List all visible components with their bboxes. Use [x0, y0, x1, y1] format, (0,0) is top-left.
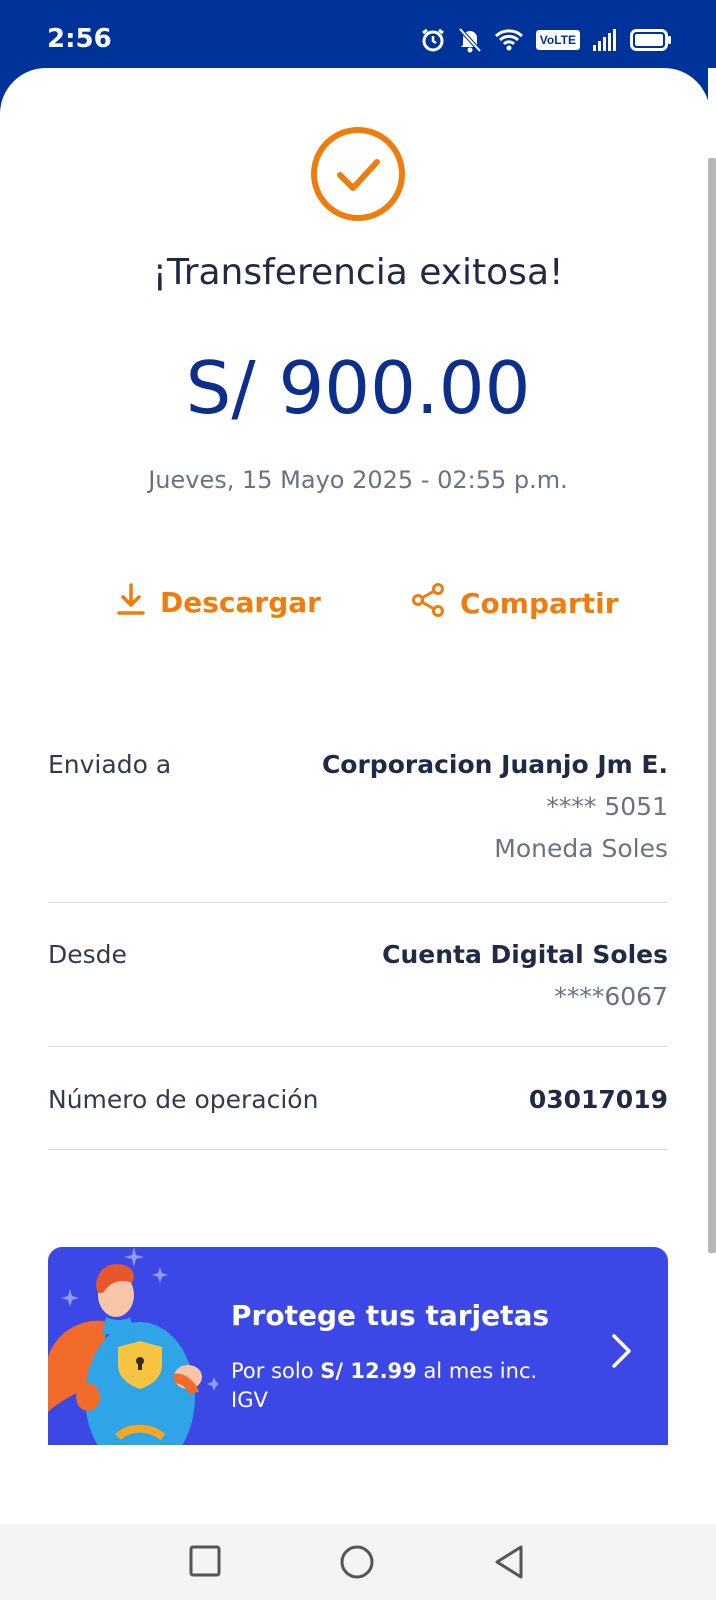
download-icon	[116, 582, 146, 623]
sent-to-label: Enviado a	[48, 750, 172, 779]
divider	[48, 1046, 668, 1047]
download-button[interactable]: Descargar	[116, 582, 321, 623]
recipient-currency: Moneda Soles	[494, 834, 668, 863]
recipient-account: **** 5051	[546, 792, 668, 821]
wifi-icon	[494, 28, 524, 52]
share-button[interactable]: Compartir	[410, 582, 619, 625]
back-button[interactable]	[492, 1544, 526, 1584]
download-label: Descargar	[160, 586, 321, 619]
volte-icon: VoLTE	[535, 30, 580, 50]
status-bar: 2:56 VoLTE	[0, 0, 716, 78]
promo-description: Por solo S/ 12.99 al mes inc. IGV	[231, 1357, 561, 1415]
source-account-number: ****6067	[554, 982, 668, 1011]
alarm-icon	[420, 27, 446, 53]
recent-apps-button[interactable]	[188, 1544, 222, 1582]
operation-row: Número de operación 03017019	[48, 1085, 668, 1125]
notifications-off-icon	[458, 27, 482, 53]
receipt-actions: Descargar Compartir	[0, 582, 716, 626]
home-button[interactable]	[339, 1544, 375, 1584]
scrollbar-thumb[interactable]	[708, 158, 716, 1253]
divider	[48, 902, 668, 903]
status-icons: VoLTE	[420, 24, 672, 56]
source-account-name: Cuenta Digital Soles	[382, 940, 668, 969]
battery-icon	[630, 29, 672, 51]
sent-to-row: Enviado a Corporacion Juanjo Jm E. **** …	[48, 750, 668, 863]
signal-icon	[592, 29, 618, 51]
from-row: Desde Cuenta Digital Soles ****6067	[48, 940, 668, 1011]
system-navigation-bar	[0, 1524, 716, 1600]
promo-banner[interactable]: Protege tus tarjetas Por solo S/ 12.99 a…	[48, 1247, 668, 1445]
chevron-right-icon	[610, 1333, 632, 1373]
transfer-amount: S/ 900.00	[185, 346, 531, 430]
promo-price: S/ 12.99	[320, 1359, 417, 1383]
recipient-name: Corporacion Juanjo Jm E.	[321, 750, 668, 779]
page-title: ¡Transferencia exitosa!	[152, 252, 564, 293]
divider	[48, 1149, 668, 1150]
operation-label: Número de operación	[48, 1085, 319, 1114]
superhero-illustration	[48, 1247, 218, 1445]
status-time: 2:56	[47, 24, 112, 54]
success-check-icon	[308, 124, 408, 228]
operation-number: 03017019	[528, 1085, 668, 1114]
share-label: Compartir	[460, 587, 619, 620]
promo-desc-prefix: Por solo	[231, 1359, 321, 1383]
share-icon	[410, 582, 446, 625]
promo-title: Protege tus tarjetas	[231, 1299, 550, 1332]
transfer-datetime: Jueves, 15 Mayo 2025 - 02:55 p.m.	[148, 466, 568, 494]
from-label: Desde	[48, 940, 127, 969]
